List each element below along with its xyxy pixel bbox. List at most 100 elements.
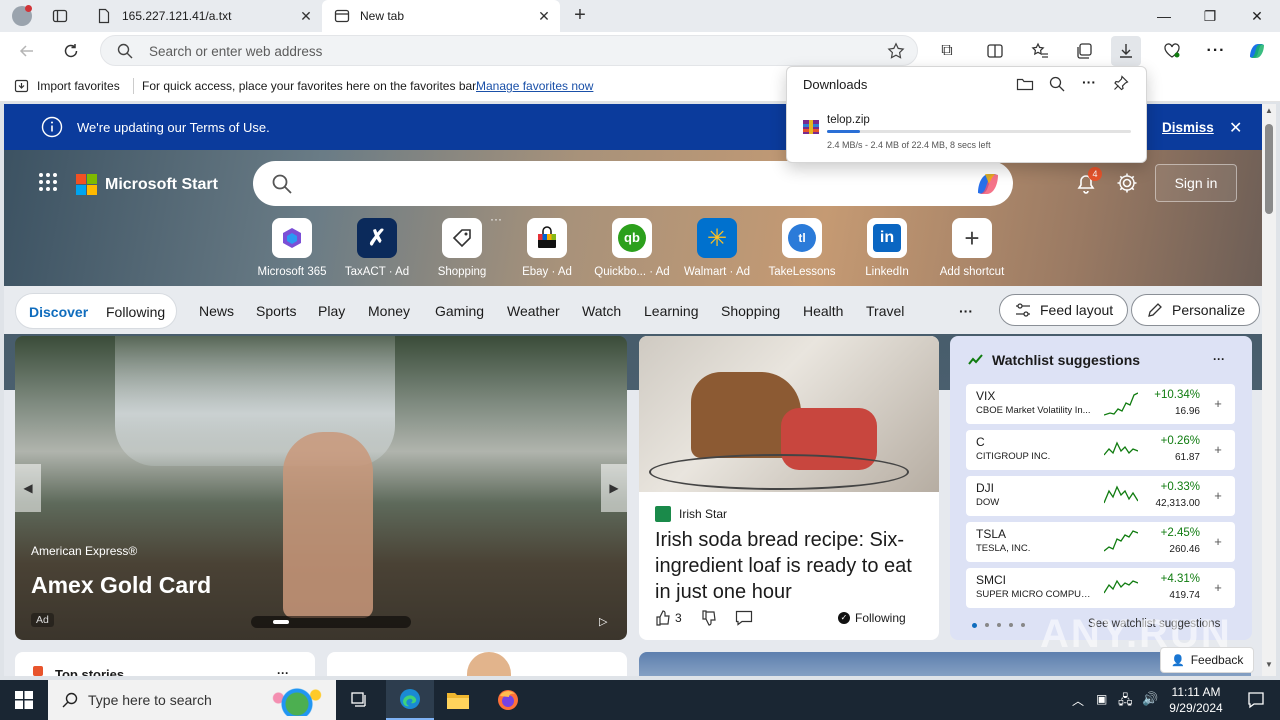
close-window-button[interactable]: ✕ (1234, 0, 1280, 32)
carousel-next-button[interactable]: ▶ (601, 464, 627, 512)
copilot-icon[interactable] (973, 169, 1003, 199)
profile-avatar[interactable] (12, 5, 32, 26)
tab-watch[interactable]: Watch (582, 303, 621, 319)
tab-actions-icon[interactable] (52, 8, 68, 24)
tab-sports[interactable]: Sports (256, 303, 296, 319)
system-clock[interactable]: 11:11 AM 9/29/2024 (1164, 684, 1228, 716)
settings-and-more-button[interactable]: ··· (1201, 36, 1231, 66)
scroll-up-arrow-icon[interactable]: ▲ (1265, 106, 1273, 115)
tab-shopping[interactable]: Shopping (721, 303, 780, 319)
shortcut-linkedin[interactable]: in LinkedIn (847, 218, 927, 278)
tab-health[interactable]: Health (803, 303, 843, 319)
news-headline[interactable]: Irish soda bread recipe: Six-ingredient … (655, 527, 927, 605)
like-button[interactable]: 3 (655, 610, 682, 626)
tab-new-tab[interactable]: New tab ✕ (322, 0, 560, 32)
new-tab-button[interactable]: + (570, 5, 590, 26)
downloads-button[interactable] (1111, 36, 1141, 66)
shortcut-takelessons[interactable]: tl TakeLessons (762, 218, 842, 278)
manage-favorites-link[interactable]: Manage favorites now (476, 79, 593, 93)
downloads-more-icon[interactable]: ··· (1082, 74, 1096, 90)
shortcut-microsoft-365[interactable]: Microsoft 365 (252, 218, 332, 278)
taskbar-file-explorer-button[interactable] (434, 680, 482, 720)
tab-travel[interactable]: Travel (866, 303, 904, 319)
close-tab-icon[interactable]: ✕ (536, 8, 552, 24)
device-icon[interactable]: ▣ (1096, 692, 1107, 706)
scrollbar-thumb[interactable] (1265, 124, 1273, 214)
add-to-watchlist-icon[interactable]: + (1210, 488, 1226, 504)
tab-discover[interactable]: Discover (29, 304, 88, 320)
tab-following[interactable]: Following (106, 304, 165, 320)
dislike-button[interactable] (701, 610, 717, 626)
minimize-button[interactable]: — (1141, 0, 1187, 32)
page-scrollbar[interactable]: ▲ ▼ (1262, 104, 1276, 676)
following-status[interactable]: ✓ Following (838, 611, 906, 625)
sign-in-button[interactable]: Sign in (1155, 164, 1237, 202)
carousel-dots[interactable] (251, 616, 411, 628)
watchlist-row-vix[interactable]: VIX CBOE Market Volatility In... +10.34%… (966, 384, 1235, 424)
watchlist-row-tsla[interactable]: TSLA TESLA, INC. +2.45% 260.46 + (966, 522, 1235, 562)
import-favorites-button[interactable]: Import favorites (14, 78, 120, 94)
dismiss-link[interactable]: Dismiss (1162, 120, 1214, 135)
tab-money[interactable]: Money (368, 303, 410, 319)
collections-button[interactable] (1069, 36, 1099, 66)
watchlist-row-c[interactable]: C CITIGROUP INC. +0.26% 61.87 + (966, 430, 1235, 470)
add-to-watchlist-icon[interactable]: + (1210, 534, 1226, 550)
back-button[interactable] (12, 36, 42, 66)
tab-gaming[interactable]: Gaming (435, 303, 484, 319)
taskbar-search-box[interactable]: Type here to search (48, 680, 336, 720)
microsoft-start-logo[interactable]: Microsoft Start (76, 174, 218, 195)
shortcut-walmart[interactable]: ✳ Walmart · Ad (677, 218, 757, 278)
personalize-button[interactable]: Personalize (1131, 294, 1261, 326)
watchlist-row-smci[interactable]: SMCI SUPER MICRO COMPUTE... +4.31% 419.7… (966, 568, 1235, 608)
taskbar-firefox-button[interactable] (484, 680, 532, 720)
show-hidden-icons-icon[interactable]: ︿ (1072, 692, 1084, 709)
favorites-button[interactable] (1025, 36, 1055, 66)
page-settings-gear-icon[interactable] (1116, 172, 1138, 194)
tab-play[interactable]: Play (318, 303, 345, 319)
notifications-button[interactable]: 4 (1074, 167, 1102, 195)
add-to-watchlist-icon[interactable]: + (1210, 396, 1226, 412)
pin-icon[interactable] (1113, 75, 1129, 91)
comment-button[interactable] (735, 610, 753, 626)
ad-card-amex[interactable]: American Express® Amex Gold Card Ad ◀ ▶ … (15, 336, 627, 640)
feedback-button[interactable]: 👤 Feedback (1160, 647, 1254, 673)
network-icon[interactable]: 🖧 (1118, 691, 1133, 713)
refresh-button[interactable] (56, 36, 86, 66)
split-screen-button[interactable] (980, 36, 1010, 66)
app-launcher-icon[interactable] (38, 172, 58, 192)
more-tabs-icon[interactable]: ··· (959, 303, 973, 319)
shortcut-quickbooks[interactable]: qb Quickbo... · Ad (592, 218, 672, 278)
ad-choices-icon[interactable]: ▷ (599, 615, 607, 628)
news-card[interactable]: Irish Star Irish soda bread recipe: Six-… (639, 336, 939, 640)
add-favorite-star-icon[interactable] (887, 42, 905, 60)
watchlist-more-icon[interactable]: ··· (1213, 352, 1225, 366)
tab-a-txt[interactable]: 165.227.121.41/a.txt ✕ (84, 0, 322, 32)
watchlist-row-dji[interactable]: DJI DOW +0.33% 42,313.00 + (966, 476, 1235, 516)
feed-layout-button[interactable]: Feed layout (999, 294, 1129, 326)
restore-button[interactable]: ❐ (1187, 0, 1233, 32)
shortcut-more-icon[interactable]: ··· (490, 212, 502, 226)
carousel-prev-button[interactable]: ◀ (15, 464, 41, 512)
shortcut-shopping[interactable]: Shopping ··· (422, 212, 502, 278)
search-downloads-icon[interactable] (1049, 76, 1065, 92)
open-folder-icon[interactable] (1016, 76, 1034, 92)
browser-essentials-button[interactable] (1157, 36, 1187, 66)
shortcut-ebay[interactable]: Ebay · Ad (507, 218, 587, 278)
tab-news[interactable]: News (199, 303, 234, 319)
action-center-button[interactable] (1232, 680, 1280, 720)
shortcut-taxact[interactable]: ✗ TaxACT · Ad (337, 218, 417, 278)
taskbar-edge-button[interactable] (386, 680, 434, 720)
shortcut-add[interactable]: + Add shortcut (932, 218, 1012, 278)
close-notice-icon[interactable]: ✕ (1229, 118, 1242, 138)
tab-weather[interactable]: Weather (507, 303, 560, 319)
address-bar[interactable]: Search or enter web address (100, 35, 918, 66)
scroll-down-arrow-icon[interactable]: ▼ (1265, 660, 1273, 669)
volume-icon[interactable]: 🔊 (1142, 691, 1158, 707)
close-tab-icon[interactable]: ✕ (298, 8, 314, 24)
watchlist-page-dots[interactable] (972, 623, 1025, 628)
web-search-box[interactable] (253, 161, 1013, 206)
tab-learning[interactable]: Learning (644, 303, 699, 319)
add-to-watchlist-icon[interactable]: + (1210, 442, 1226, 458)
copilot-button[interactable] (1242, 36, 1272, 66)
extensions-button[interactable]: ⧉ (932, 36, 962, 66)
